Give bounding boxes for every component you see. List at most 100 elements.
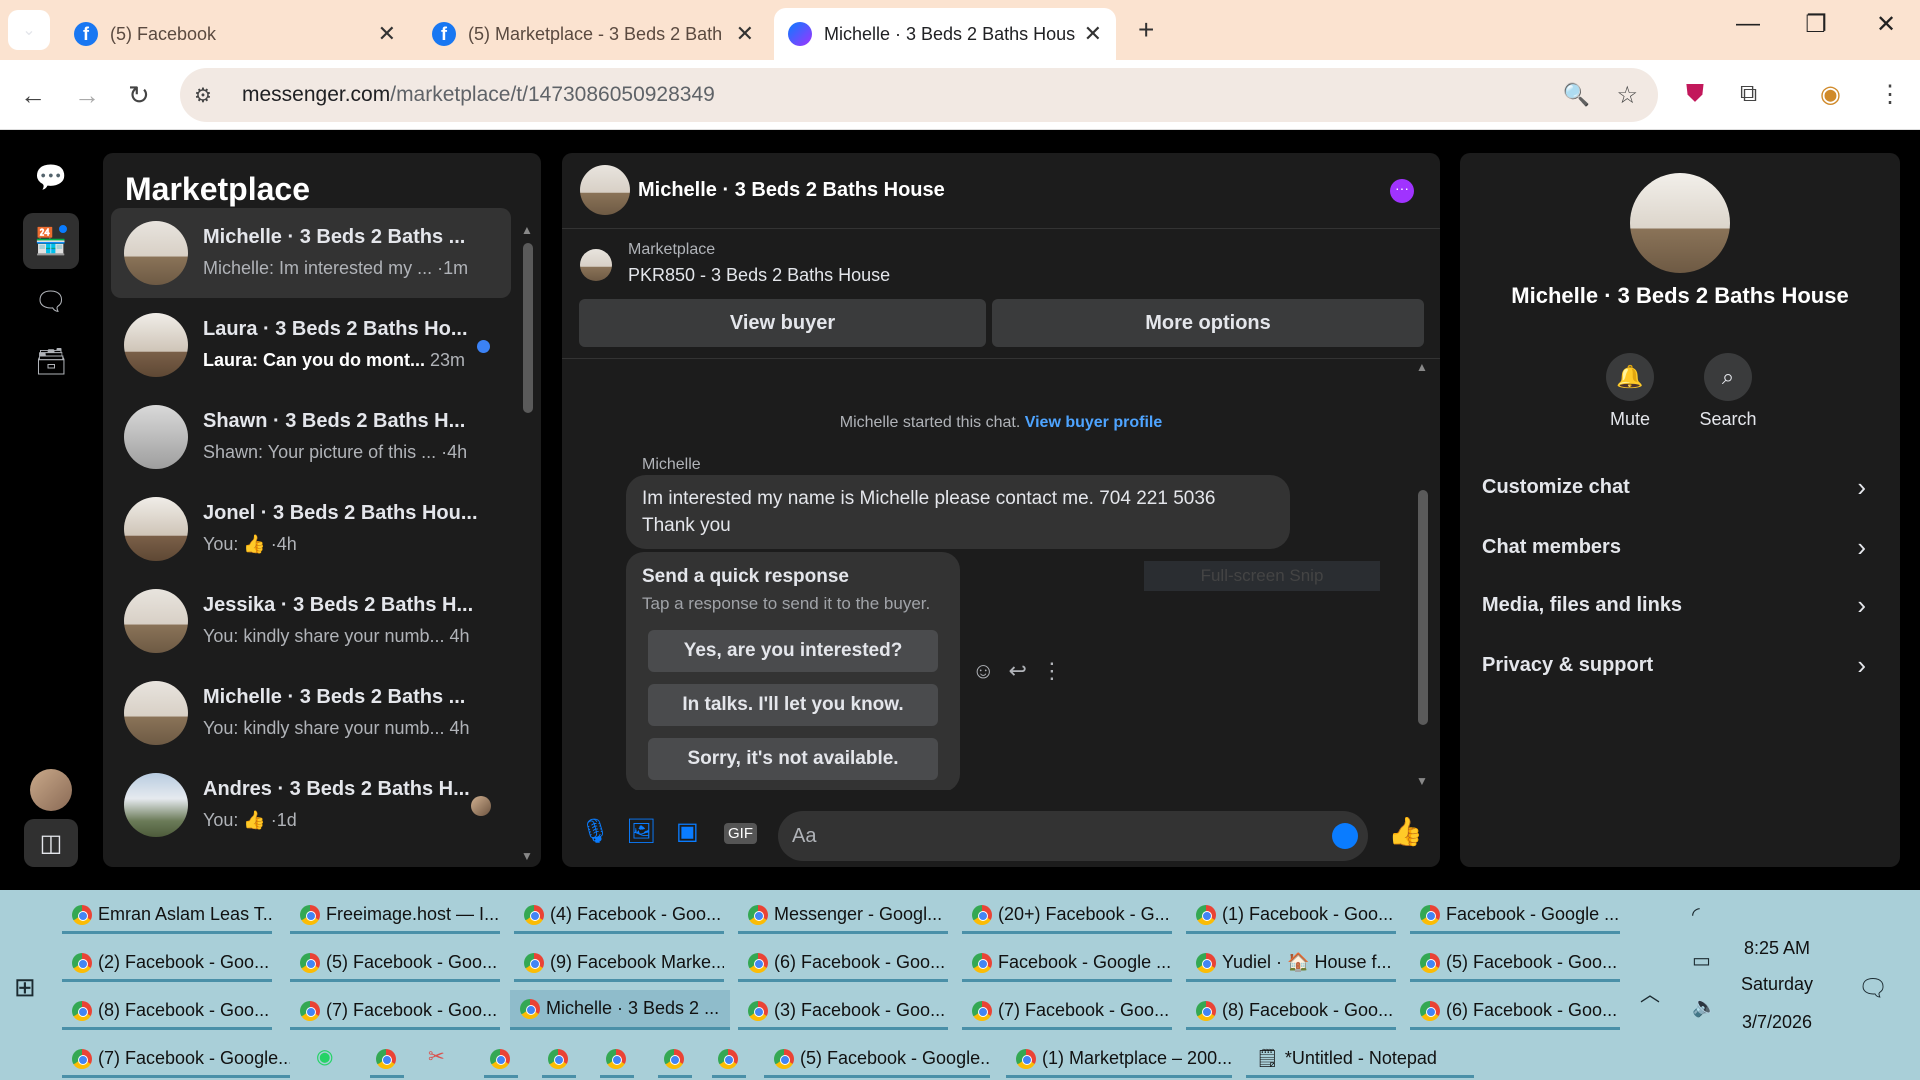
taskbar-item[interactable]: (3) Facebook - Goo... bbox=[738, 994, 948, 1030]
requests-icon[interactable]: 🗨 bbox=[23, 273, 79, 329]
taskbar-item[interactable]: (9) Facebook Marke... bbox=[514, 946, 724, 982]
taskbar-item[interactable]: (6) Facebook - Goo... bbox=[738, 946, 948, 982]
reply-icon[interactable]: ↩ bbox=[1008, 658, 1040, 683]
forward-icon[interactable]: → bbox=[74, 80, 100, 111]
photo-icon[interactable]: 🖼 bbox=[626, 817, 656, 846]
address-bar[interactable]: ⚙ messenger.com/marketplace/t/1473086050… bbox=[180, 68, 1658, 122]
chat-members-row[interactable]: Chat members › bbox=[1482, 527, 1882, 567]
sidebar-toggle-icon[interactable]: ◫ bbox=[24, 819, 78, 867]
chat-title[interactable]: Michelle · 3 Beds 2 Baths House bbox=[638, 179, 945, 202]
back-icon[interactable]: ← bbox=[20, 80, 46, 111]
taskbar-item[interactable]: Facebook - Google ... bbox=[1410, 898, 1620, 934]
taskbar-item[interactable]: (4) Facebook - Goo... bbox=[514, 898, 724, 934]
more-actions-icon[interactable]: ⋮ bbox=[1041, 658, 1077, 683]
taskbar-item[interactable]: Yudiel · 🏠 House f... bbox=[1186, 946, 1396, 982]
conversation-item[interactable]: Michelle · 3 Beds 2 Baths ... You: kindl… bbox=[111, 668, 511, 758]
taskbar-item-active[interactable]: Michelle · 3 Beds 2 ... bbox=[510, 990, 730, 1030]
like-icon[interactable]: 👍 bbox=[1388, 815, 1423, 848]
quick-response-button[interactable]: Yes, are you interested? bbox=[648, 630, 938, 672]
restore-icon[interactable]: ❐ bbox=[1796, 10, 1836, 39]
menu-kebab-icon[interactable]: ⋮ bbox=[1878, 80, 1902, 109]
taskbar-chrome-button[interactable] bbox=[542, 1042, 576, 1078]
chat-avatar[interactable] bbox=[580, 165, 630, 215]
privacy-support-row[interactable]: Privacy & support › bbox=[1482, 645, 1882, 685]
taskbar-item[interactable]: (1) Facebook - Goo... bbox=[1186, 898, 1396, 934]
snipping-tool-icon[interactable]: ✂ bbox=[428, 1044, 445, 1069]
close-tab-icon[interactable]: ✕ bbox=[1084, 21, 1102, 47]
close-tab-icon[interactable]: ✕ bbox=[378, 21, 396, 47]
minimize-icon[interactable]: — bbox=[1728, 10, 1768, 38]
conversation-item[interactable]: Shawn · 3 Beds 2 Baths H... Shawn: Your … bbox=[111, 392, 511, 482]
tab-messenger[interactable]: Michelle · 3 Beds 2 Baths House ✕ bbox=[774, 8, 1116, 60]
new-tab-button[interactable]: + bbox=[1138, 14, 1154, 46]
react-icon[interactable]: ☺ bbox=[972, 658, 1008, 683]
taskbar-item[interactable]: (7) Facebook - Goo... bbox=[962, 994, 1172, 1030]
listing-name[interactable]: PKR850 - 3 Beds 2 Baths House bbox=[628, 265, 890, 286]
more-icon[interactable]: ··· bbox=[1390, 179, 1414, 203]
tab-search-button[interactable]: ⌄ bbox=[8, 10, 50, 50]
close-window-icon[interactable]: ✕ bbox=[1866, 10, 1906, 39]
message-bubble[interactable]: Im interested my name is Michelle please… bbox=[626, 475, 1290, 549]
windows-start-icon[interactable]: ⊞ bbox=[14, 972, 36, 1003]
search-button[interactable]: ⌕ Search bbox=[1688, 353, 1768, 430]
conversation-item[interactable]: Michelle · 3 Beds 2 Baths ... Michelle: … bbox=[111, 208, 511, 298]
taskbar-item[interactable]: (20+) Facebook - G... bbox=[962, 898, 1172, 934]
taskbar-item[interactable]: 🗒 *Untitled - Notepad bbox=[1246, 1042, 1474, 1078]
taskbar-item[interactable]: (8) Facebook - Goo... bbox=[62, 994, 272, 1030]
scroll-up-icon[interactable]: ▲ bbox=[521, 223, 533, 237]
mute-button[interactable]: 🔔 Mute bbox=[1590, 353, 1670, 430]
taskbar-item[interactable]: (1) Marketplace – 200... bbox=[1006, 1042, 1232, 1078]
user-avatar[interactable] bbox=[30, 769, 72, 811]
microphone-icon[interactable]: 🎙 bbox=[580, 817, 610, 846]
message-input[interactable]: Aa bbox=[778, 811, 1368, 861]
quick-response-button[interactable]: In talks. I'll let you know. bbox=[648, 684, 938, 726]
taskbar-chrome-button[interactable] bbox=[600, 1042, 634, 1078]
clock-time[interactable]: 8:25 AM bbox=[1712, 938, 1842, 959]
conversation-item[interactable]: Jessika · 3 Beds 2 Baths H... You: kindl… bbox=[111, 576, 511, 666]
show-hidden-icons-chevron[interactable]: ︿ bbox=[1640, 978, 1660, 1007]
taskbar-item[interactable]: Freeimage.host — I... bbox=[290, 898, 500, 934]
media-files-links-row[interactable]: Media, files and links › bbox=[1482, 585, 1882, 625]
scrollbar[interactable] bbox=[523, 243, 533, 413]
ublock-extension-icon[interactable]: ⛊ bbox=[1686, 80, 1704, 108]
conversation-item[interactable]: Laura · 3 Beds 2 Baths Ho... Laura: Can … bbox=[111, 300, 511, 390]
whatsapp-icon[interactable]: ◉ bbox=[316, 1044, 333, 1069]
chat-scrollbar[interactable] bbox=[1418, 490, 1428, 725]
clock-day[interactable]: Saturday bbox=[1712, 974, 1842, 995]
taskbar-item[interactable]: (7) Facebook - Google... bbox=[62, 1042, 290, 1078]
notification-center-icon[interactable]: 🗨 bbox=[1858, 974, 1888, 1003]
network-icon[interactable]: ◜ bbox=[1692, 902, 1700, 927]
marketplace-icon[interactable]: 🏪 bbox=[23, 213, 79, 269]
view-buyer-profile-link[interactable]: View buyer profile bbox=[1025, 414, 1163, 431]
close-tab-icon[interactable]: ✕ bbox=[736, 21, 754, 47]
taskbar-item[interactable]: (6) Facebook - Goo... bbox=[1410, 994, 1620, 1030]
quick-response-button[interactable]: Sorry, it's not available. bbox=[648, 738, 938, 780]
taskbar-item[interactable]: (8) Facebook - Goo... bbox=[1186, 994, 1396, 1030]
scroll-down-icon[interactable]: ▼ bbox=[521, 849, 533, 863]
conversation-item[interactable]: Andres · 3 Beds 2 Baths H... You: 👍 ·1d bbox=[111, 760, 511, 850]
view-buyer-button[interactable]: View buyer bbox=[579, 299, 986, 347]
reload-icon[interactable]: ↻ bbox=[128, 80, 150, 111]
taskbar-item[interactable]: Facebook - Google ... bbox=[962, 946, 1172, 982]
taskbar-item[interactable]: (5) Facebook - Goo... bbox=[290, 946, 500, 982]
taskbar-item[interactable]: (5) Facebook - Google... bbox=[764, 1042, 990, 1078]
taskbar-item[interactable]: Emran Aslam Leas T... bbox=[62, 898, 272, 934]
taskbar-item[interactable]: (7) Facebook - Goo... bbox=[290, 994, 500, 1030]
sticker-icon[interactable]: ▣ bbox=[676, 817, 699, 846]
profile-icon[interactable]: ◉ bbox=[1820, 80, 1841, 109]
tab-marketplace[interactable]: f (5) Marketplace - 3 Beds 2 Bath ✕ bbox=[418, 8, 768, 60]
taskbar-chrome-button[interactable] bbox=[712, 1042, 746, 1078]
taskbar-item[interactable]: (5) Facebook - Goo... bbox=[1410, 946, 1620, 982]
taskbar-chrome-button[interactable] bbox=[484, 1042, 518, 1078]
customize-chat-row[interactable]: Customize chat › bbox=[1482, 467, 1882, 507]
bookmark-star-icon[interactable]: ☆ bbox=[1616, 81, 1638, 110]
archive-icon[interactable]: 🗃 bbox=[23, 333, 79, 389]
tab-facebook[interactable]: f (5) Facebook ✕ bbox=[60, 8, 410, 60]
extensions-icon[interactable]: ⧉ bbox=[1740, 80, 1757, 108]
taskbar-item[interactable]: (2) Facebook - Goo... bbox=[62, 946, 272, 982]
scroll-up-icon[interactable]: ▲ bbox=[1416, 360, 1428, 374]
more-options-button[interactable]: More options bbox=[992, 299, 1424, 347]
scroll-down-icon[interactable]: ▼ bbox=[1416, 774, 1428, 788]
conversation-item[interactable]: Jonel · 3 Beds 2 Baths Hou... You: 👍 ·4h bbox=[111, 484, 511, 574]
taskbar-chrome-button[interactable] bbox=[658, 1042, 692, 1078]
